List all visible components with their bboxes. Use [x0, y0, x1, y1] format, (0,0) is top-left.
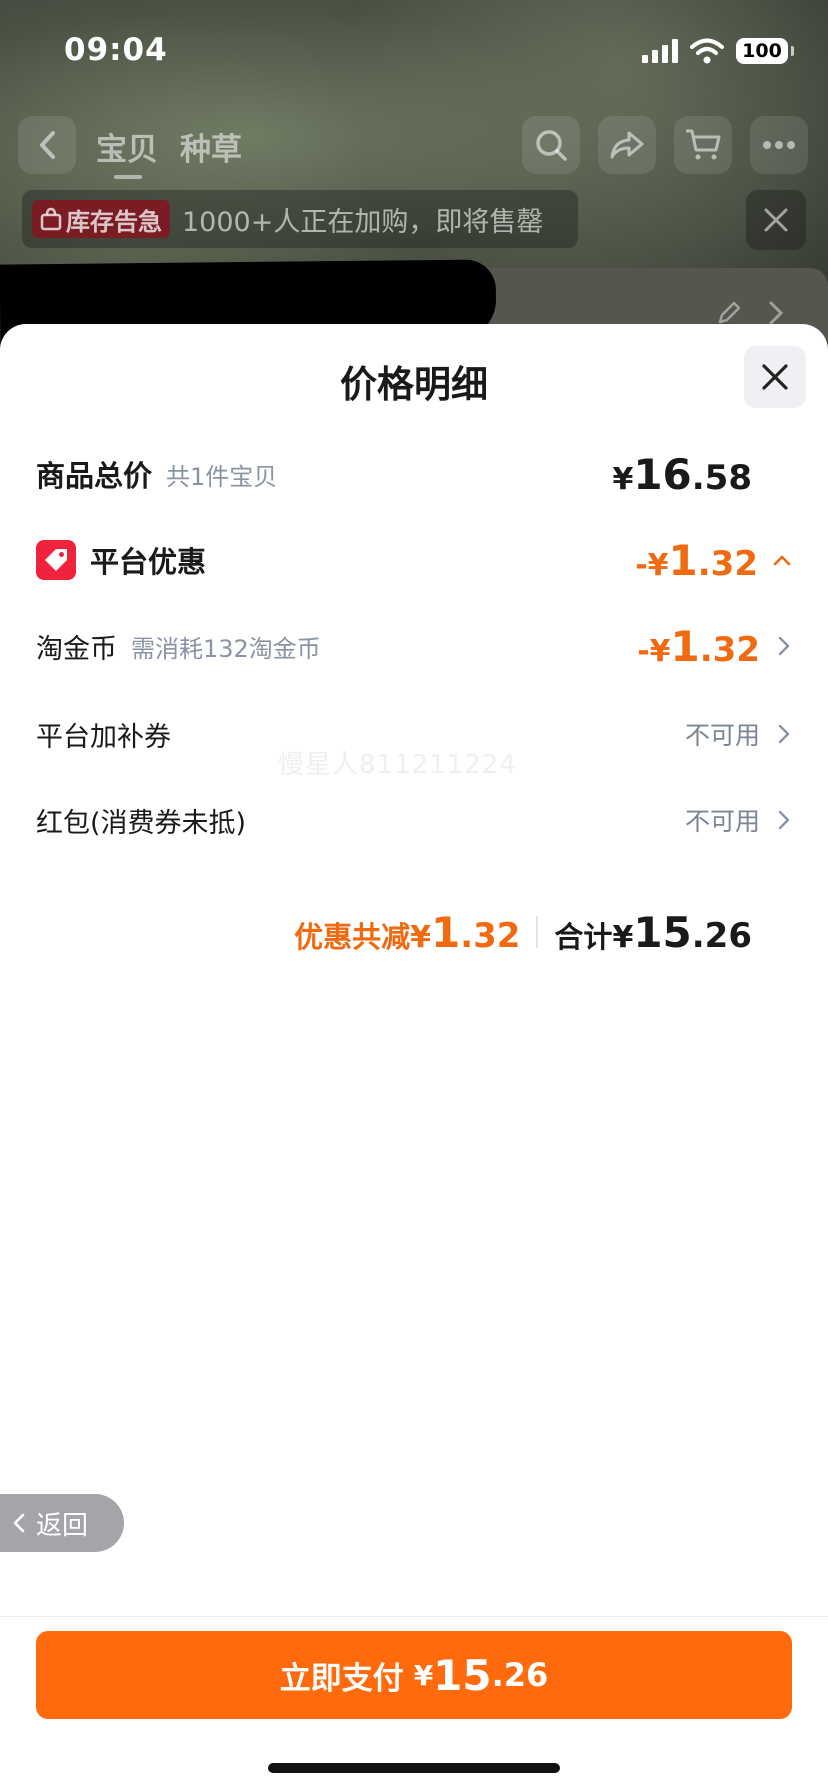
status-icons: 100: [642, 38, 794, 64]
pay-bar: 立即支付 ¥15.26: [0, 1616, 828, 1792]
summary-divider: [536, 916, 539, 948]
back-arrow-button[interactable]: [18, 116, 76, 174]
share-button[interactable]: [598, 116, 656, 174]
address-card-actions: [716, 300, 784, 326]
wifi-icon: [690, 38, 724, 64]
search-button[interactable]: [522, 116, 580, 174]
edit-pencil-icon[interactable]: [716, 300, 742, 326]
platform-discount-value: -¥ 1.32: [635, 535, 758, 585]
row-taobao-coins[interactable]: 淘金币 需消耗132淘金币 -¥ 1.32: [36, 616, 792, 676]
stock-alert-text: 1000+人正在加购，即将售罄: [182, 206, 544, 238]
return-label: 返回: [36, 1510, 89, 1541]
coins-label: 淘金币: [36, 633, 117, 665]
row-platform-discount[interactable]: 平台优惠 -¥ 1.32: [36, 530, 792, 590]
chevron-right-icon: [769, 301, 784, 325]
more-button[interactable]: [750, 116, 808, 174]
sheet-close-button[interactable]: [744, 346, 806, 408]
tab-product[interactable]: 宝贝: [96, 124, 158, 179]
cellular-signal-icon: [642, 39, 678, 63]
status-time: 09:04: [64, 32, 168, 68]
row-total-price: 商品总价 共1件宝贝 ¥16.58: [36, 444, 792, 504]
price-tag-icon: [36, 540, 76, 580]
chevron-right-icon: [778, 636, 790, 656]
stock-alert-badge-text: 库存告急: [66, 207, 162, 236]
return-button[interactable]: 返回: [0, 1494, 124, 1552]
total-price-label: 商品总价: [36, 459, 153, 493]
pay-now-button[interactable]: 立即支付 ¥15.26: [36, 1631, 792, 1719]
chevron-left-icon: [40, 131, 55, 159]
banner-close-button[interactable]: [746, 190, 806, 250]
sheet-title: 价格明细: [340, 363, 488, 406]
total-price-value: ¥16.58: [612, 449, 752, 499]
share-icon: [610, 131, 644, 159]
search-icon: [536, 130, 567, 161]
tab-recommend[interactable]: 种草: [180, 124, 242, 169]
price-detail-sheet: 价格明细 商品总价 共1件宝贝 ¥16.58 平台优惠 -¥ 1.32 淘金币 …: [0, 324, 828, 1792]
close-icon: [764, 208, 788, 232]
product-nav-bar: 宝贝 种草: [0, 116, 828, 179]
subsidy-coupon-label: 平台加补券: [36, 721, 171, 753]
cart-icon: [686, 129, 721, 160]
status-bar: 09:04 100: [0, 0, 828, 100]
stock-alert-banner: 库存告急 1000+人正在加购，即将售罄: [22, 190, 578, 248]
row-red-packet[interactable]: 红包(消费券未抵) 不可用: [36, 790, 792, 850]
total-savings: 优惠共减 ¥1.32: [294, 907, 521, 957]
chevron-left-icon: [13, 1513, 25, 1533]
close-icon: [762, 364, 788, 390]
chevron-up-icon: [773, 555, 791, 566]
chevron-right-icon: [778, 724, 790, 744]
battery-icon: 100: [736, 38, 794, 64]
watermark: 慢星人811211224: [278, 750, 517, 780]
grand-total: 合计 ¥15.26: [554, 907, 752, 957]
coins-discount-value: -¥ 1.32: [637, 621, 760, 671]
shopping-bag-icon: [40, 207, 62, 231]
price-summary: 优惠共减 ¥1.32 合计 ¥15.26: [294, 902, 752, 962]
coins-cost-label: 需消耗132淘金币: [131, 634, 321, 663]
item-count-label: 共1件宝贝: [166, 462, 278, 491]
subsidy-coupon-status: 不可用: [684, 721, 760, 750]
stock-alert-badge: 库存告急: [32, 200, 170, 238]
chevron-right-icon: [778, 810, 790, 830]
more-dots-icon: [763, 141, 795, 149]
home-indicator[interactable]: [268, 1763, 560, 1773]
red-packet-status: 不可用: [684, 807, 760, 836]
platform-discount-label: 平台优惠: [90, 545, 207, 579]
cart-button[interactable]: [674, 116, 732, 174]
red-packet-label: 红包(消费券未抵): [36, 807, 247, 839]
